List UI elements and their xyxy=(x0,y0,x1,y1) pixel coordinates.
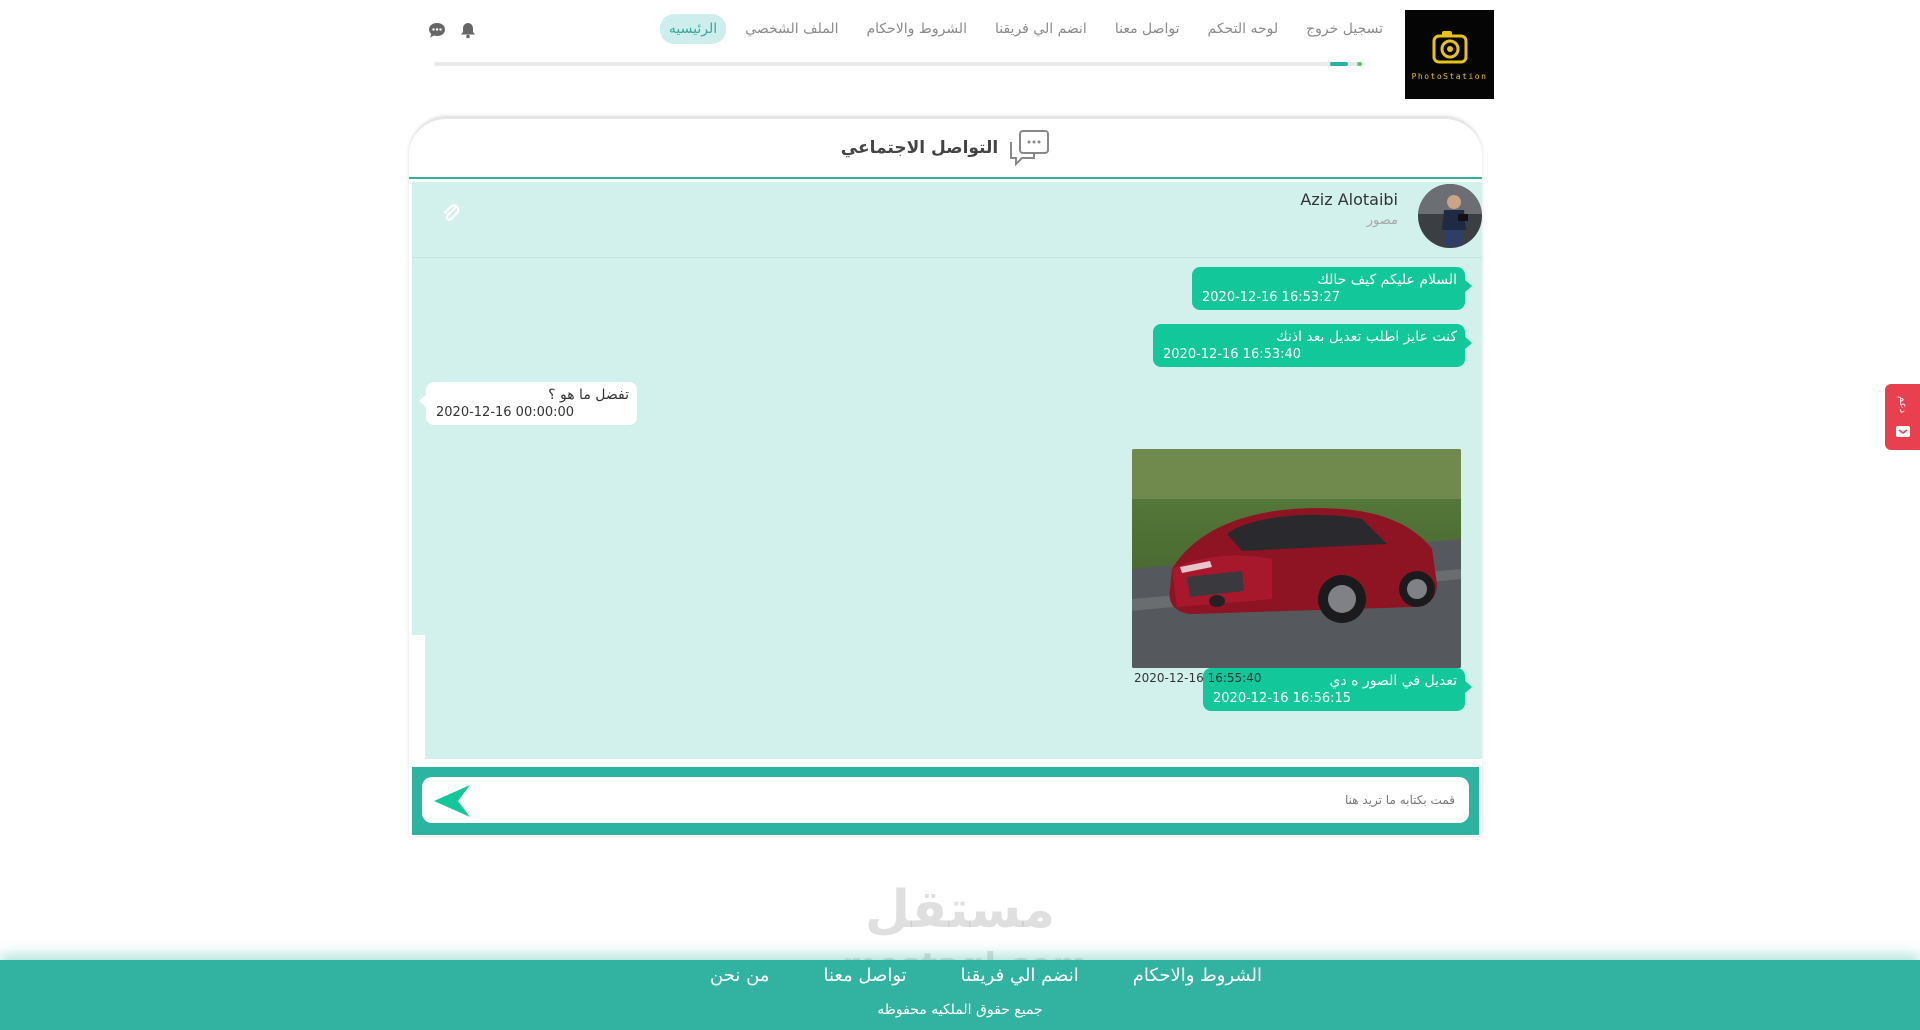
message-time: 2020-12-16 16:56:15 xyxy=(1213,691,1352,706)
message-in: تفضل ما هو ؟ 2020-12-16 00:00:00 xyxy=(419,382,637,425)
footer-links: الشروط والاحكام انضم الي فريقنا تواصل مع… xyxy=(0,965,1920,986)
message-text: تعديل في الصور ه دي xyxy=(1329,673,1457,689)
chat-header: التواصل الاجتماعي xyxy=(409,119,1482,179)
support-side-tab[interactable]: دعم xyxy=(1885,384,1920,450)
bell-icon[interactable] xyxy=(459,21,477,43)
message-input[interactable] xyxy=(422,777,1469,823)
footer-copyright: جميع حقوق الملكيه محفوظه xyxy=(877,1002,1043,1018)
nav-logout[interactable]: تسجيل خروج xyxy=(1297,14,1392,44)
chat-title: التواصل الاجتماعي xyxy=(840,138,999,158)
message-time: 2020-12-16 00:00:00 xyxy=(436,405,575,420)
send-arrow-icon[interactable] xyxy=(430,781,474,821)
contact-role: مصور xyxy=(1366,213,1398,228)
camera-logo-icon xyxy=(1432,31,1467,64)
inbox-icon xyxy=(1895,426,1910,438)
side-tab-label: دعم xyxy=(1897,395,1908,413)
contact-avatar[interactable] xyxy=(1418,184,1482,248)
logo-text: PhotoStation xyxy=(1411,72,1488,81)
message-text: تفضل ما هو ؟ xyxy=(548,387,629,403)
nav-contact[interactable]: تواصل معنا xyxy=(1106,14,1189,44)
main-nav: الرئيسيه الملف الشخصي الشروط والاحكام ان… xyxy=(659,14,1392,44)
progress-dot xyxy=(1357,62,1362,66)
footer-link-contact[interactable]: تواصل معنا xyxy=(823,965,906,986)
chat-icon[interactable] xyxy=(427,21,447,43)
image-message[interactable] xyxy=(1132,449,1461,668)
site-footer: الشروط والاحكام انضم الي فريقنا تواصل مع… xyxy=(0,960,1920,1030)
nav-home[interactable]: الرئيسيه xyxy=(659,14,727,44)
conversation-icon xyxy=(1010,130,1050,167)
site-logo[interactable]: PhotoStation xyxy=(1405,10,1494,99)
footer-link-terms[interactable]: الشروط والاحكام xyxy=(1133,965,1262,986)
message-composer xyxy=(412,767,1479,835)
message-time: 2020-12-16 16:53:27 xyxy=(1202,290,1341,305)
message-out: كنت عايز اطلب تعديل بعد اذنك 2020-12-16 … xyxy=(1153,324,1472,367)
progress-fill xyxy=(1330,62,1348,66)
message-out: السلام عليكم كيف حالك 2020-12-16 16:53:2… xyxy=(1192,267,1472,310)
watermark-logo: مستقل xyxy=(864,880,1056,940)
red-sedan-photo xyxy=(1132,449,1461,668)
nav-profile[interactable]: الملف الشخصي xyxy=(736,14,847,44)
header-progress-bar xyxy=(434,62,1362,66)
message-text: كنت عايز اطلب تعديل بعد اذنك xyxy=(1276,329,1457,345)
nav-join-team[interactable]: انضم الي فريقنا xyxy=(986,14,1096,44)
message-text: السلام عليكم كيف حالك xyxy=(1317,272,1457,288)
contact-bar: Aziz Alotaibi مصور xyxy=(412,182,1482,258)
chat-panel: التواصل الاجتماعي Aziz Alotaibi مصور الس… xyxy=(409,116,1482,836)
footer-link-about[interactable]: من نحن xyxy=(710,965,769,986)
image-message-time: 2020-12-16 16:55:40 xyxy=(1134,671,1262,685)
nav-dashboard[interactable]: لوحه التحكم xyxy=(1199,14,1288,44)
paperclip-icon[interactable] xyxy=(442,204,460,228)
footer-link-join-team[interactable]: انضم الي فريقنا xyxy=(961,965,1079,986)
header-icons xyxy=(427,21,477,43)
nav-terms[interactable]: الشروط والاحكام xyxy=(857,14,975,44)
message-time: 2020-12-16 16:53:40 xyxy=(1163,347,1302,362)
contact-name: Aziz Alotaibi xyxy=(1300,190,1398,209)
